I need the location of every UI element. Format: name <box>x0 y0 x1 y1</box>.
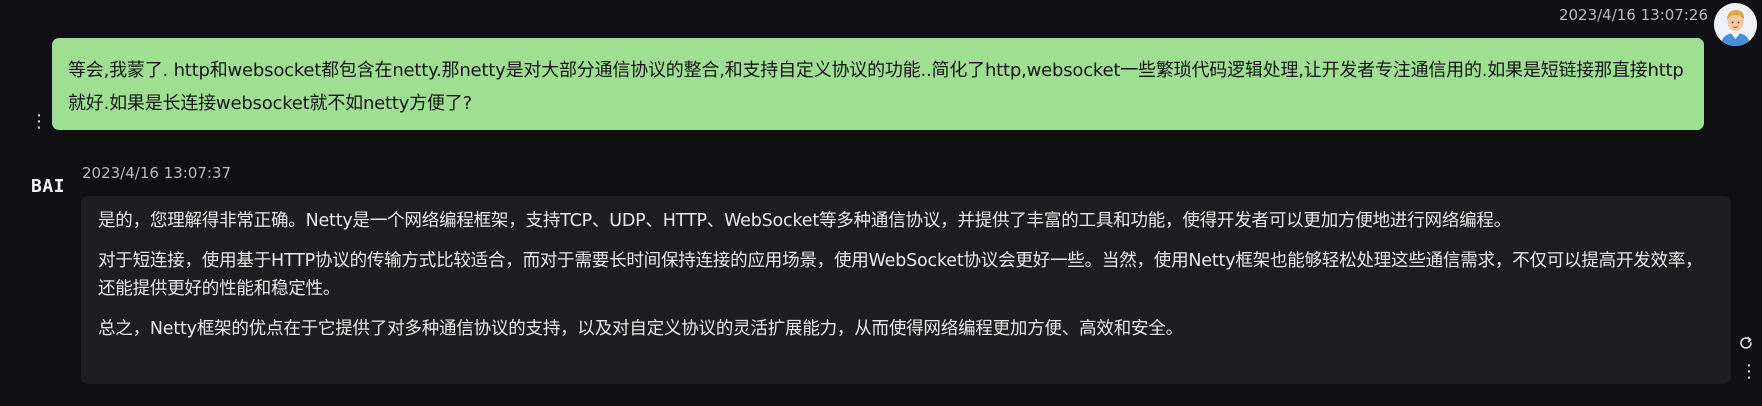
ai-message-paragraph: 总之，Netty框架的优点在于它提供了对多种通信协议的支持，以及对自定义协议的灵… <box>98 319 1183 339</box>
ai-message-more-icon[interactable]: ⋮ <box>1740 362 1758 382</box>
ai-message-timestamp: 2023/4/16 13:07:37 <box>82 164 232 182</box>
user-message-more-icon[interactable]: ⋮ <box>30 112 48 132</box>
ai-message-paragraph: 对于短连接，使用基于HTTP协议的传输方式比较适合，而对于需要长时间保持连接的应… <box>98 251 1703 299</box>
ai-message-paragraph: 是的，您理解得非常正确。Netty是一个网络编程框架，支持TCP、UDP、HTT… <box>98 211 1512 231</box>
refresh-icon[interactable] <box>1738 335 1754 351</box>
user-message-timestamp: 2023/4/16 13:07:26 <box>1558 6 1708 24</box>
user-message-bubble: 等会,我蒙了. http和websocket都包含在netty.那netty是对… <box>52 38 1704 130</box>
ai-logo: BAI <box>31 176 66 197</box>
chat-view: 2023/4/16 13:07:26 ⋮ 等会,我蒙了. http和websoc… <box>0 0 1762 406</box>
user-message-text: 等会,我蒙了. http和websocket都包含在netty.那netty是对… <box>68 60 1684 114</box>
user-avatar <box>1714 3 1757 46</box>
user-avatar-icon <box>1714 3 1757 46</box>
ai-message-bubble: 是的，您理解得非常正确。Netty是一个网络编程框架，支持TCP、UDP、HTT… <box>81 196 1731 384</box>
